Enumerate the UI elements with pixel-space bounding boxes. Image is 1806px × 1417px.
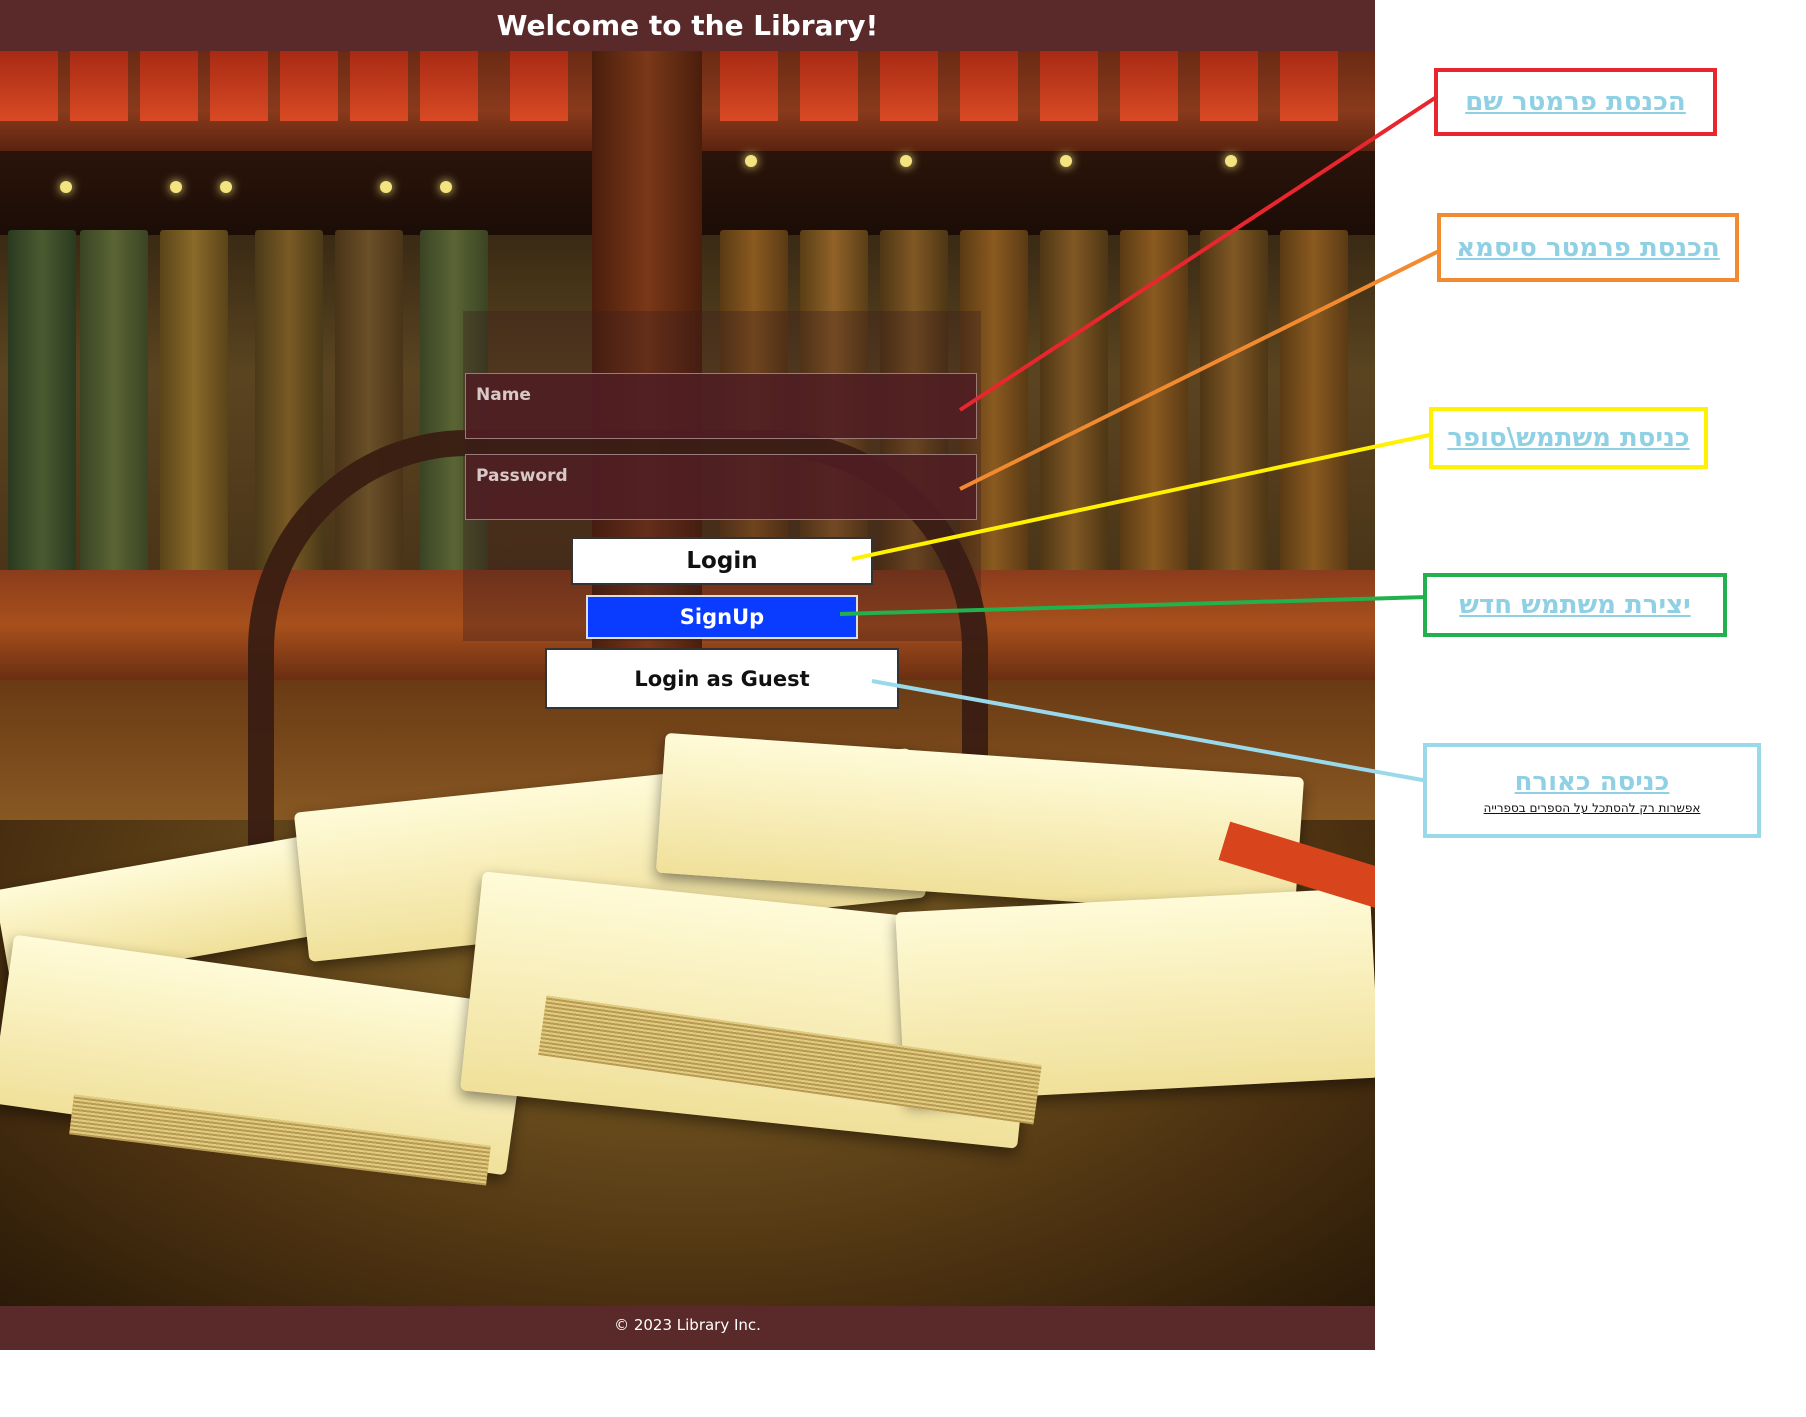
annotation-guest-label: כניסה כאורח — [1514, 766, 1670, 797]
annotation-login-label: כניסת משתמש\סופר — [1447, 423, 1690, 453]
annotation-password-field: הכנסת פרמטר סיסמא — [1437, 213, 1739, 282]
book-spine — [80, 230, 148, 570]
book-spine — [1040, 230, 1108, 570]
annotation-login-button: כניסת משתמש\סופר — [1429, 407, 1708, 469]
login-as-guest-button[interactable]: Login as Guest — [545, 648, 899, 709]
copyright-text: © 2023 Library Inc. — [614, 1316, 761, 1334]
page-title: Welcome to the Library! — [496, 9, 879, 42]
book-spine-red — [350, 51, 408, 121]
annotation-signup-label: יצירת משתמש חדש — [1459, 590, 1691, 620]
book-spine-red — [960, 51, 1018, 121]
book-spine-red — [0, 51, 58, 121]
book-spine — [8, 230, 76, 570]
annotation-guest-button: כניסה כאורח אפשרות רק להסתכל על הספרים ב… — [1423, 743, 1761, 838]
password-field[interactable] — [465, 454, 977, 520]
lamp-light — [380, 181, 392, 193]
book-spine — [1200, 230, 1268, 570]
book-spine-red — [1200, 51, 1258, 121]
lamp-light — [170, 181, 182, 193]
book-spine-red — [140, 51, 198, 121]
annotation-password-label: הכנסת פרמטר סיסמא — [1456, 232, 1720, 263]
book-spine-red — [70, 51, 128, 121]
book-spine — [1120, 230, 1188, 570]
lamp-light — [745, 155, 757, 167]
book-spine-red — [280, 51, 338, 121]
lamp-light — [900, 155, 912, 167]
annotation-signup-button: יצירת משתמש חדש — [1423, 573, 1727, 637]
signup-button[interactable]: SignUp — [586, 595, 858, 639]
name-field[interactable] — [465, 373, 977, 439]
book-spine-red — [420, 51, 478, 121]
book-spine-red — [720, 51, 778, 121]
book-spine — [1280, 230, 1348, 570]
annotation-name-label: הכנסת פרמטר שם — [1465, 87, 1686, 117]
page-header: Welcome to the Library! — [0, 0, 1375, 51]
book-spine — [160, 230, 228, 570]
annotation-name-field: הכנסת פרמטר שם — [1434, 68, 1717, 136]
login-button[interactable]: Login — [571, 537, 873, 585]
book-spine-red — [1280, 51, 1338, 121]
book-spine-red — [1040, 51, 1098, 121]
password-input[interactable] — [466, 455, 976, 519]
book-spine-red — [880, 51, 938, 121]
book-spine-red — [210, 51, 268, 121]
page-footer: © 2023 Library Inc. — [0, 1306, 1375, 1350]
book-spine-red — [510, 51, 568, 121]
lamp-light — [1225, 155, 1237, 167]
lamp-light — [60, 181, 72, 193]
library-login-page: Welcome to the Library! Login SignUp Log… — [0, 0, 1375, 1350]
lamp-light — [1060, 155, 1072, 167]
book-spine-red — [1120, 51, 1178, 121]
annotation-guest-sublabel: אפשרות רק להסתכל על הספרים בספרייה — [1483, 800, 1701, 815]
lamp-light — [440, 181, 452, 193]
lamp-light — [220, 181, 232, 193]
name-input[interactable] — [466, 374, 976, 438]
book-spine-red — [800, 51, 858, 121]
